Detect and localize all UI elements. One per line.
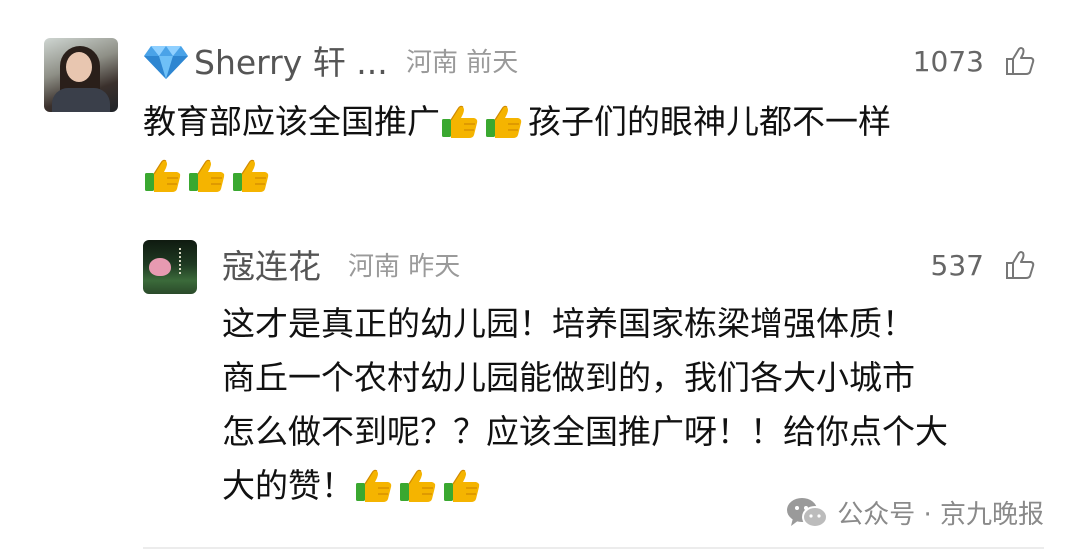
watermark-text: 公众号 · 京九晚报: [837, 500, 1044, 530]
reply-location: 河南: [348, 252, 401, 282]
thumbs-up-icon: [187, 155, 227, 195]
reply-meta: 河南 昨天: [348, 254, 460, 280]
reply-text-line: 商丘一个农村幼儿园能做到的，我们各大小城市: [222, 358, 915, 397]
divider: [143, 547, 1044, 549]
thumbs-up-icon: [231, 155, 271, 195]
reply-text-line: 怎么做不到呢？？应该全国推广呀！！给你点个大: [222, 412, 948, 451]
like-icon[interactable]: [1004, 46, 1036, 76]
comment-emoji-line: [143, 149, 275, 203]
thumbs-up-icon: [484, 101, 524, 141]
reply-text-last-line: 大的赞！: [222, 459, 486, 513]
comment-time: 前天: [466, 48, 519, 78]
reply-text-line: 这才是真正的幼儿园！培养国家栋梁增强体质！: [222, 304, 915, 343]
comment-author[interactable]: Sherry 轩 ...: [194, 46, 388, 79]
comment-text-part2: 孩子们的眼神儿都不一样: [528, 102, 891, 141]
wechat-icon: [787, 497, 829, 528]
reply-text-line: 大的赞！: [222, 466, 354, 505]
reply-like-count: 537: [930, 249, 984, 282]
avatar-flower: [149, 258, 171, 276]
thumbs-up-icon: [143, 155, 183, 195]
thumbs-up-icon: [398, 465, 438, 505]
avatar-calligraphy: [179, 248, 191, 274]
thumbs-up-icon: [442, 465, 482, 505]
avatar-face: [66, 52, 92, 82]
comment-meta: 河南 前天: [406, 50, 518, 76]
comment-text-part1: 教育部应该全国推广: [143, 102, 440, 141]
like-icon[interactable]: [1004, 250, 1036, 280]
comment-text: 教育部应该全国推广 孩子们的眼神儿都不一样: [143, 95, 891, 149]
reply-avatar[interactable]: [143, 240, 197, 294]
thumbs-up-icon: [354, 465, 394, 505]
avatar-body: [52, 88, 110, 112]
avatar[interactable]: [44, 38, 118, 112]
comment-location: 河南: [406, 48, 459, 78]
reply-time: 昨天: [408, 252, 461, 282]
like-count: 1073: [912, 45, 984, 78]
thumbs-up-icon: [440, 101, 480, 141]
diamond-icon: [144, 46, 188, 79]
watermark: 公众号 · 京九晚报: [785, 494, 1044, 531]
reply-author[interactable]: 寇连花: [222, 250, 321, 283]
